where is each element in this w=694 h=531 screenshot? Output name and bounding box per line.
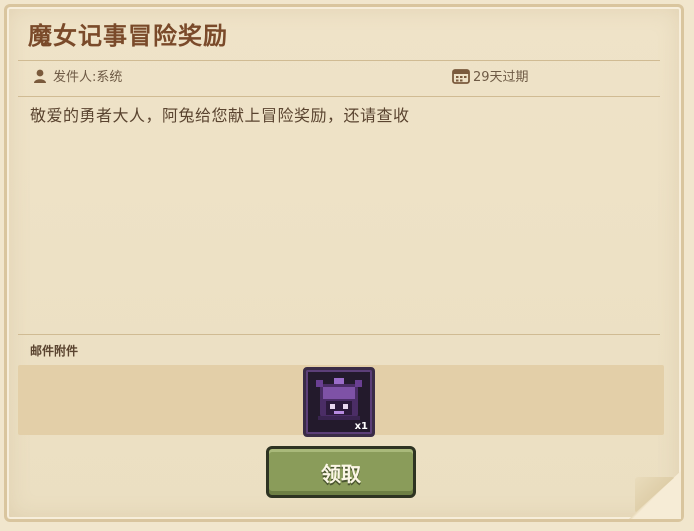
divider-top bbox=[18, 60, 660, 61]
mail-window: 魔女记事冒险奖励 发件人:系统 29天过期 敬爱的勇者大人，阿兔给您献上冒险奖励… bbox=[0, 0, 694, 531]
calendar-icon bbox=[452, 68, 470, 84]
mail-body: 敬爱的勇者大人，阿兔给您献上冒险奖励，还请查收 bbox=[30, 106, 410, 125]
divider-meta bbox=[18, 96, 660, 97]
sender-info: 发件人:系统 bbox=[32, 66, 122, 85]
item-count: x1 bbox=[354, 421, 368, 432]
expiry-info: 29天过期 bbox=[452, 66, 529, 85]
attachment-item[interactable]: x1 bbox=[303, 367, 375, 437]
divider-attachments bbox=[18, 334, 660, 335]
expiry-label: 29天过期 bbox=[473, 70, 529, 85]
mail-title: 魔女记事冒险奖励 bbox=[28, 22, 228, 50]
attachments-label: 邮件附件 bbox=[30, 344, 79, 358]
sender-label: 发件人:系统 bbox=[53, 70, 123, 85]
user-icon bbox=[32, 68, 48, 84]
claim-button[interactable]: 领取 bbox=[266, 446, 416, 498]
